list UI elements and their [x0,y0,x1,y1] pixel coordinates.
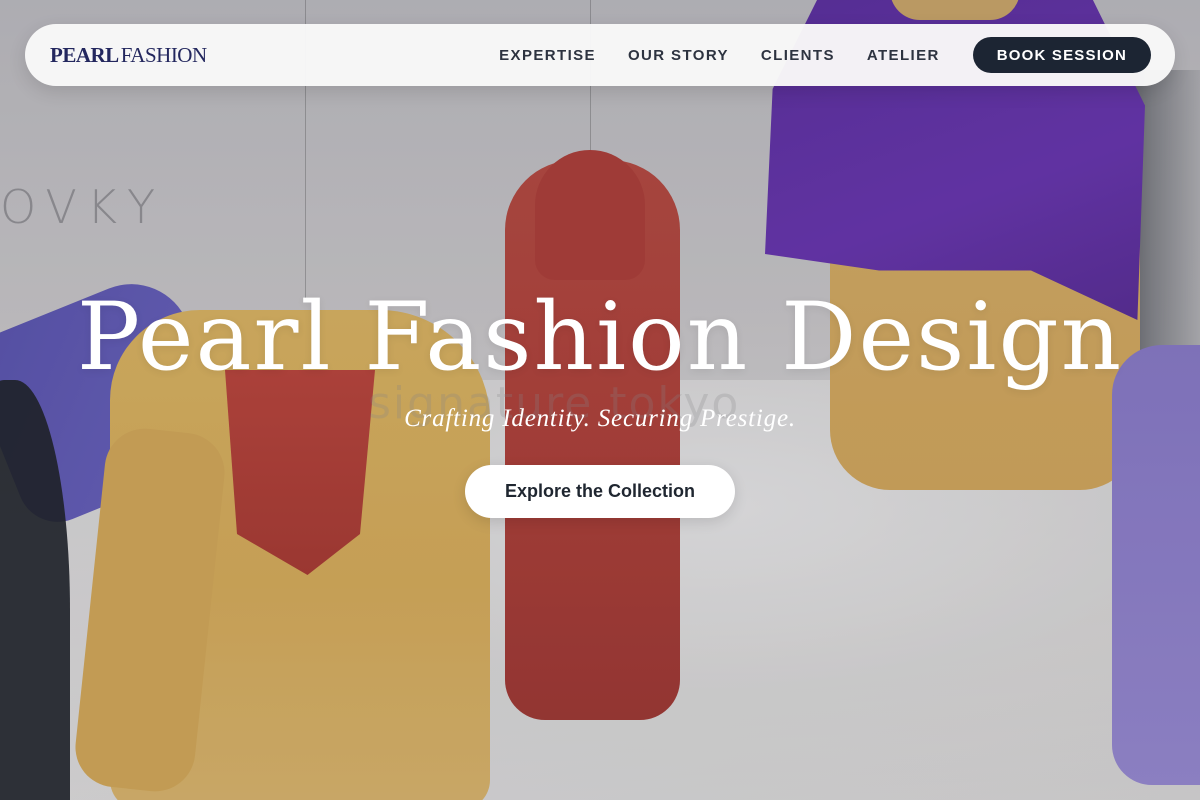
nav-link-expertise[interactable]: EXPERTISE [499,47,596,64]
hero-title: Pearl Fashion Design [76,283,1124,392]
nav-link-atelier[interactable]: ATELIER [867,47,940,64]
hero-subtitle: Crafting Identity. Securing Prestige. [404,405,796,432]
nav-link-clients[interactable]: CLIENTS [761,47,835,64]
logo-primary-text: PEARL [50,42,119,67]
nav-links: EXPERTISE OUR STORY CLIENTS ATELIER BOOK… [499,37,1151,73]
logo-secondary-text: FASHION [120,42,207,67]
explore-collection-button[interactable]: Explore the Collection [465,465,735,518]
top-navigation-bar: PEARL FASHION EXPERTISE OUR STORY CLIENT… [25,24,1175,86]
nav-link-our-story[interactable]: OUR STORY [628,47,729,64]
hero-overlay [0,0,1200,800]
brand-logo[interactable]: PEARL FASHION [50,43,207,68]
book-session-button[interactable]: BOOK SESSION [972,37,1151,73]
hero-background-image: OVKY signature tokyo [0,0,1200,800]
